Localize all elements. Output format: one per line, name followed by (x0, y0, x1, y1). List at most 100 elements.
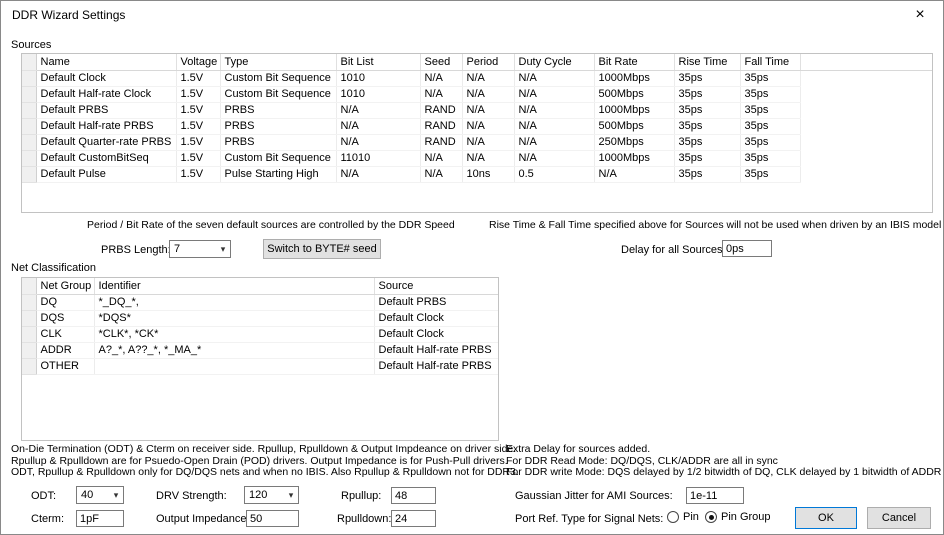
cell: 10ns (462, 166, 515, 183)
gaussian-jitter-input[interactable] (686, 487, 744, 504)
drv-strength-label: DRV Strength: (156, 490, 227, 502)
column-header: Type (220, 54, 337, 71)
cell: 1000Mbps (594, 70, 675, 87)
switch-byte-seed-button[interactable]: Switch to BYTE# seed (263, 239, 381, 259)
cell: Default Half-rate PRBS (36, 118, 177, 135)
row-gutter (22, 358, 37, 375)
table-row[interactable]: Default CustomBitSeq 1.5V Custom Bit Seque… (22, 150, 932, 167)
cell: Default Clock (374, 310, 498, 327)
cell: Default Clock (374, 326, 498, 343)
cell: N/A (336, 134, 421, 151)
chevron-down-icon: ▾ (113, 489, 119, 500)
cell: *CLK*, *CK* (94, 326, 375, 343)
chevron-down-icon: ▾ (220, 243, 226, 254)
cell: Default Half-rate PRBS (374, 342, 498, 359)
radio-pin-group-label: Pin Group (721, 511, 771, 523)
row-filler (800, 87, 932, 103)
row-gutter (22, 310, 37, 327)
cell: 1.5V (176, 150, 221, 167)
table-row[interactable]: CLK *CLK*, *CK* Default Clock (22, 326, 498, 343)
ibis-rise-fall-note: Rise Time & Fall Time specified above fo… (489, 219, 942, 231)
column-header: Duty Cycle (514, 54, 595, 71)
cell: 250Mbps (594, 134, 675, 151)
cell (94, 358, 375, 375)
cell: 35ps (674, 102, 741, 119)
column-header: Seed (420, 54, 463, 71)
table-row[interactable]: DQS *DQS* Default Clock (22, 310, 498, 327)
port-ref-pin-group-option[interactable]: Pin Group (705, 510, 771, 524)
table-row[interactable]: ADDR A?_*, A??_*, *_MA_* Default Half-rate… (22, 342, 498, 359)
cell: CLK (36, 326, 95, 343)
table-row[interactable]: Default Clock 1.5V Custom Bit Sequence 1010… (22, 70, 932, 87)
cell: 35ps (674, 70, 741, 87)
cell: Default PRBS (374, 294, 498, 311)
cell: 35ps (674, 134, 741, 151)
cell: Custom Bit Sequence (220, 70, 337, 87)
cell: Default PRBS (36, 102, 177, 119)
cell: N/A (514, 118, 595, 135)
cell: RAND (420, 102, 463, 119)
close-button[interactable]: × (899, 2, 941, 28)
column-header: Period (462, 54, 515, 71)
column-header: Rise Time (674, 54, 741, 71)
cell: 1000Mbps (594, 102, 675, 119)
cell: N/A (514, 102, 595, 119)
table-row[interactable]: Default Quarter-rate PRBS 1.5V PRBS N/A RAND… (22, 134, 932, 151)
cell: *DQS* (94, 310, 375, 327)
cell: 1.5V (176, 166, 221, 183)
radio-pin-label: Pin (683, 511, 699, 523)
delay-all-sources-label: Delay for all Sources: (621, 244, 726, 256)
rpullup-label: Rpullup: (341, 490, 382, 502)
cell: 0.5 (514, 166, 595, 183)
prbs-length-label: PRBS Length: (101, 244, 171, 256)
table-row[interactable]: Default Half-rate PRBS 1.5V PRBS N/A RAND N/A… (22, 118, 932, 135)
cell: OTHER (36, 358, 95, 375)
cell: 1010 (336, 86, 421, 103)
column-header: Bit List (336, 54, 421, 71)
row-gutter (22, 326, 37, 343)
header-gutter (22, 278, 37, 295)
delay-all-sources-input[interactable] (722, 240, 772, 257)
cell: 500Mbps (594, 86, 675, 103)
cell: N/A (336, 118, 421, 135)
cell: 35ps (674, 86, 741, 103)
cancel-button[interactable]: Cancel (867, 507, 931, 529)
rpulldown-input[interactable] (391, 510, 436, 527)
cterm-input[interactable] (76, 510, 124, 527)
ok-button[interactable]: OK (795, 507, 857, 529)
table-row[interactable]: DQ *_DQ_*, Default PRBS (22, 294, 498, 311)
cell: N/A (514, 86, 595, 103)
row-filler (800, 151, 932, 167)
column-header: Identifier (94, 278, 375, 295)
cell: 35ps (740, 102, 801, 119)
row-filler (800, 167, 932, 183)
cell: DQ (36, 294, 95, 311)
cell: 11010 (336, 150, 421, 167)
cell: A?_*, A??_*, *_MA_* (94, 342, 375, 359)
table-row[interactable]: OTHER Default Half-rate PRBS (22, 358, 498, 375)
cell: Default Quarter-rate PRBS (36, 134, 177, 151)
note-line: On-Die Termination (ODT) & Cterm on rece… (11, 443, 517, 455)
table-row[interactable]: Default Half-rate Clock 1.5V Custom Bit Se… (22, 86, 932, 103)
sources-header-row: Name Voltage Type Bit List Seed Period Duty Cy… (22, 54, 932, 71)
cterm-label: Cterm: (31, 513, 64, 525)
cell: 35ps (740, 166, 801, 183)
cell: N/A (420, 166, 463, 183)
odt-select[interactable]: 40 ▾ (76, 486, 124, 504)
port-ref-pin-option[interactable]: Pin (667, 510, 699, 524)
cell: N/A (594, 166, 675, 183)
rpullup-input[interactable] (391, 487, 436, 504)
radio-pin-group[interactable] (705, 511, 717, 523)
cell: Default Clock (36, 70, 177, 87)
cell: Default Half-rate PRBS (374, 358, 498, 375)
output-impedance-input[interactable] (246, 510, 299, 527)
termination-notes: On-Die Termination (ODT) & Cterm on rece… (11, 443, 519, 479)
table-row[interactable]: Default PRBS 1.5V PRBS N/A RAND N/A N/A 1000Mbp… (22, 102, 932, 119)
ddr-speed-note: Period / Bit Rate of the seven default s… (87, 219, 455, 231)
table-row[interactable]: Default Pulse 1.5V Pulse Starting High N/A N… (22, 166, 932, 183)
row-gutter (22, 118, 37, 135)
drv-strength-select[interactable]: 120 ▾ (244, 486, 299, 504)
prbs-length-select[interactable]: 7 ▾ (169, 240, 231, 258)
column-header: Voltage (176, 54, 221, 71)
radio-pin[interactable] (667, 511, 679, 523)
